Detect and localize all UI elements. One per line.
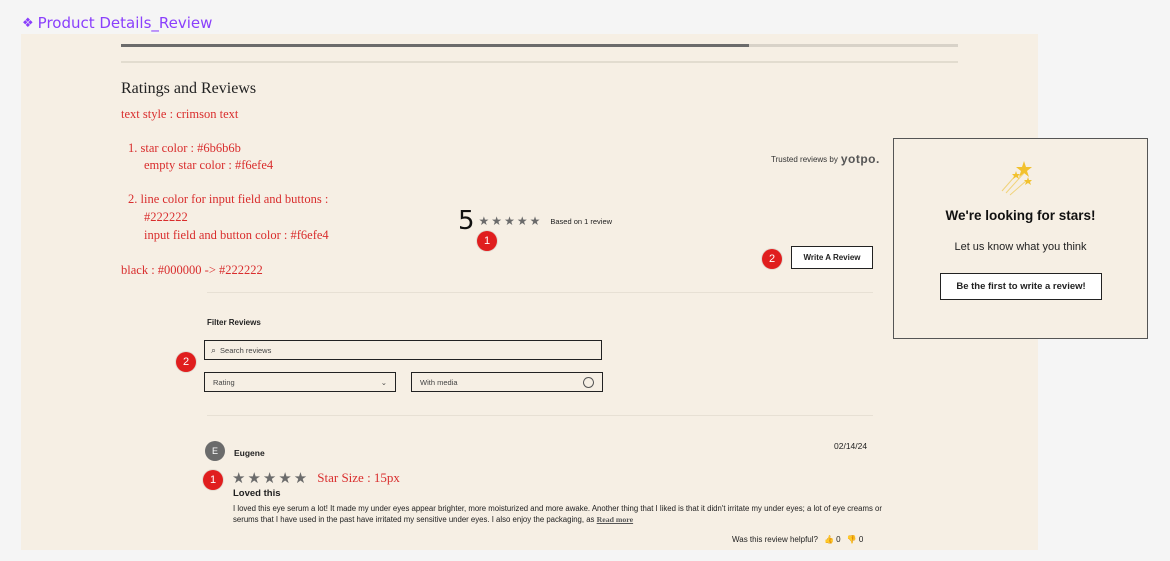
review-text: I loved this eye serum a lot! It made my… bbox=[233, 504, 882, 524]
component-diamond-icon: ❖ bbox=[22, 15, 34, 31]
yotpo-logo: yotpo. bbox=[840, 152, 880, 166]
search-input[interactable]: ⌕ Search reviews bbox=[204, 340, 602, 360]
annotation-badge-2: 2 bbox=[762, 249, 782, 269]
annotation-black: black : #000000 -> #222222 bbox=[121, 263, 263, 277]
frame-title: Product Details_Review bbox=[37, 14, 213, 32]
radio-circle-icon bbox=[583, 376, 594, 388]
shooting-stars-icon bbox=[1001, 161, 1032, 196]
read-more-link[interactable]: Read more bbox=[597, 515, 633, 524]
review-canvas: Ratings and Reviews text style : crimson… bbox=[21, 34, 1038, 550]
divider bbox=[121, 61, 958, 63]
rating-select-label: Rating bbox=[213, 377, 235, 387]
rating-select[interactable]: Rating ⌄ bbox=[204, 372, 396, 392]
review-rating: ★★★★★ Star Size : 15px bbox=[232, 469, 400, 487]
annotation-star-color: 1. star color : #6b6b6b bbox=[128, 141, 241, 155]
popup-title: We're looking for stars! bbox=[945, 208, 1096, 223]
up-count: 0 bbox=[836, 535, 841, 544]
review-body: I loved this eye serum a lot! It made my… bbox=[233, 503, 883, 525]
frame-label: ❖ Product Details_Review bbox=[22, 14, 212, 32]
helpful-row: Was this review helpful? 👍 0 👎 0 bbox=[732, 535, 863, 544]
annotation-line-value: #222222 bbox=[144, 210, 188, 224]
thumbs-down-icon: 👎 bbox=[846, 535, 857, 544]
thumbs-down-button[interactable]: 👎 0 bbox=[847, 535, 864, 544]
avatar: E bbox=[205, 441, 225, 461]
thumbs-up-icon: 👍 bbox=[823, 535, 834, 544]
helpful-label: Was this review helpful? bbox=[732, 535, 818, 544]
section-heading: Ratings and Reviews bbox=[121, 80, 257, 97]
average-rating: 5 bbox=[458, 206, 475, 236]
popup-subtitle: Let us know what you think bbox=[954, 241, 1087, 253]
first-review-button[interactable]: Be the first to write a review! bbox=[940, 273, 1102, 300]
search-icon: ⌕ bbox=[211, 344, 217, 355]
annotation-text-style: text style : crimson text bbox=[121, 107, 239, 121]
search-placeholder: Search reviews bbox=[220, 345, 272, 355]
chevron-down-icon: ⌄ bbox=[380, 377, 387, 387]
annotation-line-color: 2. line color for input field and button… bbox=[128, 192, 329, 206]
write-review-button[interactable]: Write A Review bbox=[791, 246, 873, 269]
reviewer-name: Eugene bbox=[234, 448, 265, 458]
media-select[interactable]: With media bbox=[411, 372, 603, 392]
based-on-count: Based on 1 review bbox=[550, 216, 613, 226]
annotation-input-color: input field and button color : #f6efe4 bbox=[144, 228, 329, 242]
progress-fill bbox=[121, 44, 749, 47]
divider bbox=[207, 292, 873, 293]
summary-stars-icon: ★★★★★ bbox=[478, 214, 543, 228]
media-select-label: With media bbox=[420, 377, 458, 387]
divider bbox=[207, 415, 873, 416]
thumbs-up-button[interactable]: 👍 0 bbox=[824, 535, 841, 544]
annotation-badge-2: 2 bbox=[176, 352, 196, 372]
trusted-prefix: Trusted reviews by bbox=[771, 154, 838, 164]
stars-popup: We're looking for stars! Let us know wha… bbox=[893, 138, 1148, 339]
annotation-star-size: Star Size : 15px bbox=[317, 470, 400, 485]
annotation-badge-1: 1 bbox=[203, 470, 223, 490]
filter-title: Filter Reviews bbox=[207, 318, 261, 327]
review-stars-icon: ★★★★★ bbox=[232, 470, 310, 487]
down-count: 0 bbox=[858, 535, 864, 544]
annotation-badge-1: 1 bbox=[477, 231, 497, 251]
review-title: Loved this bbox=[233, 488, 281, 499]
progress-bar bbox=[121, 44, 958, 47]
annotation-empty-star: empty star color : #f6efe4 bbox=[144, 158, 274, 172]
trusted-by-yotpo: Trusted reviews by yotpo. bbox=[771, 152, 880, 166]
review-date: 02/14/24 bbox=[834, 441, 868, 451]
